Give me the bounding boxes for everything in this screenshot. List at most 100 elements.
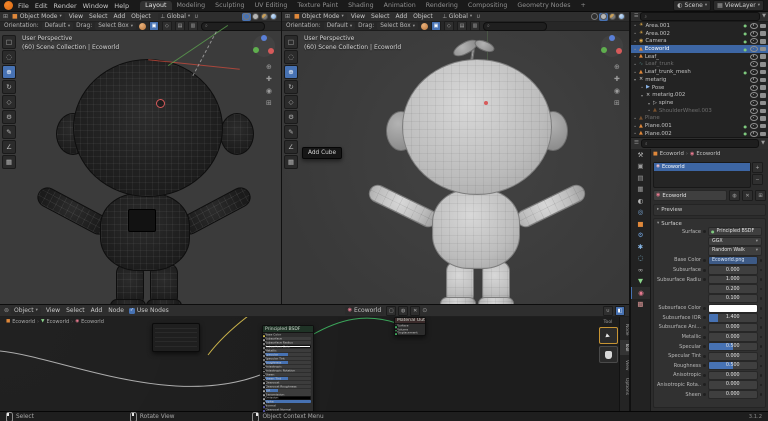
- remove-slot-button[interactable]: −: [752, 174, 763, 185]
- hide-render-camera-toggle[interactable]: [760, 124, 766, 129]
- param-field[interactable]: 0.000: [708, 265, 758, 274]
- tool-add-cube-button[interactable]: ▦: [284, 155, 298, 169]
- workspace-tab-shading[interactable]: Shading: [343, 1, 379, 10]
- tool-scale-button[interactable]: ◇: [2, 95, 16, 109]
- nav-pan-icon[interactable]: ✚: [266, 75, 272, 83]
- workspace-tab-rendering[interactable]: Rendering: [421, 1, 463, 10]
- nav-pan-icon[interactable]: ✚: [614, 75, 620, 83]
- param-field[interactable]: 0.000: [708, 352, 758, 361]
- param-field[interactable]: 0.000: [708, 390, 758, 399]
- menu-object[interactable]: Object: [128, 13, 154, 20]
- tool-cursor-button[interactable]: ◌: [284, 50, 298, 64]
- tool-transform-button[interactable]: ⚙: [284, 110, 298, 124]
- mode-dropdown[interactable]: ■ Object Mode ▾: [291, 13, 347, 21]
- snap-mode-toggle[interactable]: ▣: [431, 21, 441, 31]
- add-slot-button[interactable]: +: [752, 162, 763, 173]
- outliner-item-plane[interactable]: •▲Plane: [631, 115, 768, 123]
- breadcrumb-material[interactable]: Ecoworld: [696, 151, 720, 157]
- hide-viewport-eye-toggle[interactable]: [750, 23, 758, 29]
- breadcrumb-material[interactable]: Ecoworld: [81, 319, 104, 325]
- param-field[interactable]: 0.000: [708, 380, 758, 389]
- menu-select[interactable]: Select: [63, 307, 88, 314]
- snap-magnet-icon[interactable]: ∪: [476, 14, 480, 20]
- mode-dropdown[interactable]: ■ Object Mode ▾: [9, 13, 65, 21]
- menu-add[interactable]: Add: [393, 13, 411, 20]
- material-name-field[interactable]: ◉ Ecoworld: [653, 190, 727, 201]
- tool-search-input[interactable]: ⌕: [483, 22, 547, 31]
- workspace-tab-compositing[interactable]: Compositing: [463, 1, 512, 10]
- editor-type-icon[interactable]: ☰: [634, 141, 639, 147]
- breadcrumb-mesh[interactable]: Ecoworld: [46, 319, 69, 325]
- hide-viewport-eye-toggle[interactable]: [750, 123, 758, 129]
- editor-type-icon[interactable]: ⊞: [285, 14, 290, 20]
- tool-rotate-button[interactable]: ↻: [284, 80, 298, 94]
- param-field[interactable]: 0.500: [708, 342, 758, 351]
- hide-viewport-eye-toggle[interactable]: [750, 61, 758, 67]
- nav-toggle-perspective-icon[interactable]: ⊞: [614, 99, 620, 107]
- surface-shader-dropdown[interactable]: ● Principled BSDF: [708, 227, 762, 236]
- nav-zoom-icon[interactable]: ⊕: [614, 63, 620, 71]
- hide-viewport-eye-toggle[interactable]: [750, 69, 758, 75]
- tool-measure-button[interactable]: ∠: [284, 140, 298, 154]
- outliner-item-area-001[interactable]: •☀Area.001●: [631, 22, 768, 30]
- workspace-tab-uv-editing[interactable]: UV Editing: [250, 1, 293, 10]
- menu-view[interactable]: View: [348, 13, 368, 20]
- snap-mode-toggle[interactable]: ◇: [162, 21, 172, 31]
- properties-tab-texture[interactable]: ▩: [631, 299, 650, 311]
- unlink-button[interactable]: ✕: [742, 190, 753, 201]
- outliner-item-ecoworld[interactable]: •▲Ecoworld●: [631, 45, 768, 53]
- outliner-item-spine[interactable]: ▾▷spine: [631, 99, 768, 107]
- view-layer-selector[interactable]: ▦ ViewLayer ▾: [713, 0, 764, 11]
- param-field[interactable]: 0.500: [708, 361, 758, 370]
- hide-render-camera-toggle[interactable]: [760, 24, 766, 29]
- properties-tab-constraints[interactable]: ∞: [631, 264, 650, 276]
- axis-x-handle[interactable]: [616, 48, 622, 54]
- param-field[interactable]: 0.000: [708, 371, 758, 380]
- character-wireframe[interactable]: [28, 51, 258, 304]
- new-material-button[interactable]: ▢: [386, 306, 396, 316]
- disclosure-closed-icon[interactable]: •: [633, 23, 637, 28]
- principled-bsdf-node[interactable]: Principled BSDF Base ColorSubsurfaceSubs…: [262, 325, 314, 412]
- tool-add-cube-button[interactable]: ▦: [2, 155, 16, 169]
- workspace-tab-item[interactable]: +: [576, 1, 591, 10]
- hide-render-camera-toggle[interactable]: [760, 31, 766, 36]
- hide-render-camera-toggle[interactable]: [760, 116, 766, 121]
- axis-z-handle[interactable]: [609, 35, 615, 41]
- viewport-canvas[interactable]: □◌⊕↻◇⚙✎∠▦ User Perspective (60) Scene Co…: [0, 31, 281, 304]
- preview-panel[interactable]: ▸Preview: [653, 204, 766, 216]
- menu-edit[interactable]: Edit: [32, 2, 51, 10]
- shading-rendered-button[interactable]: [617, 13, 626, 21]
- tool-cursor-button[interactable]: ◌: [2, 50, 16, 64]
- menu-add[interactable]: Add: [111, 13, 129, 20]
- menu-help[interactable]: Help: [111, 2, 132, 10]
- hide-viewport-eye-toggle[interactable]: [750, 92, 758, 98]
- workspace-tab-geometry-nodes[interactable]: Geometry Nodes: [512, 1, 575, 10]
- properties-tab-particles[interactable]: ✱: [631, 241, 650, 253]
- orientation-value-dropdown[interactable]: Default ▾: [324, 22, 355, 30]
- properties-tab-tool[interactable]: ⚒: [631, 149, 650, 161]
- material-output-node[interactable]: Material Output SurfaceVolumeDisplacemen…: [394, 317, 426, 336]
- tool-rotate-button[interactable]: ↻: [2, 80, 16, 94]
- hide-viewport-eye-toggle[interactable]: [750, 100, 758, 106]
- menu-view[interactable]: View: [66, 13, 86, 20]
- disclosure-open-icon[interactable]: ▾: [633, 77, 637, 82]
- distribution-dropdown[interactable]: GGX ▾: [708, 237, 762, 246]
- tool-scale-button[interactable]: ◇: [284, 95, 298, 109]
- workspace-tab-modeling[interactable]: Modeling: [172, 1, 211, 10]
- snap-magnet-icon[interactable]: ∪: [194, 14, 198, 20]
- outliner-item-camera[interactable]: •◉Camera●: [631, 37, 768, 45]
- editor-type-icon[interactable]: ⊞: [3, 14, 8, 20]
- properties-tab-output[interactable]: ▤: [631, 172, 650, 184]
- use-nodes-checkbox[interactable]: ✓: [129, 308, 135, 314]
- hide-render-camera-toggle[interactable]: [760, 85, 766, 90]
- nav-camera-view-icon[interactable]: ◉: [614, 87, 620, 95]
- node-graph-canvas[interactable]: ■ Ecoworld › ▼ Ecoworld › ◉ Ecoworld Pri…: [0, 317, 629, 412]
- hide-viewport-eye-toggle[interactable]: [750, 85, 758, 91]
- outliner-item-leaf-trunk[interactable]: •∿Leaf_trunk: [631, 61, 768, 69]
- filter-icon[interactable]: ▼: [761, 141, 765, 146]
- menu-select[interactable]: Select: [86, 13, 111, 20]
- disclosure-closed-icon[interactable]: •: [633, 54, 637, 59]
- hide-render-camera-toggle[interactable]: [760, 101, 766, 106]
- filter-icon[interactable]: ▼: [762, 14, 766, 19]
- material-slot-item[interactable]: ◉ Ecoworld: [654, 163, 750, 171]
